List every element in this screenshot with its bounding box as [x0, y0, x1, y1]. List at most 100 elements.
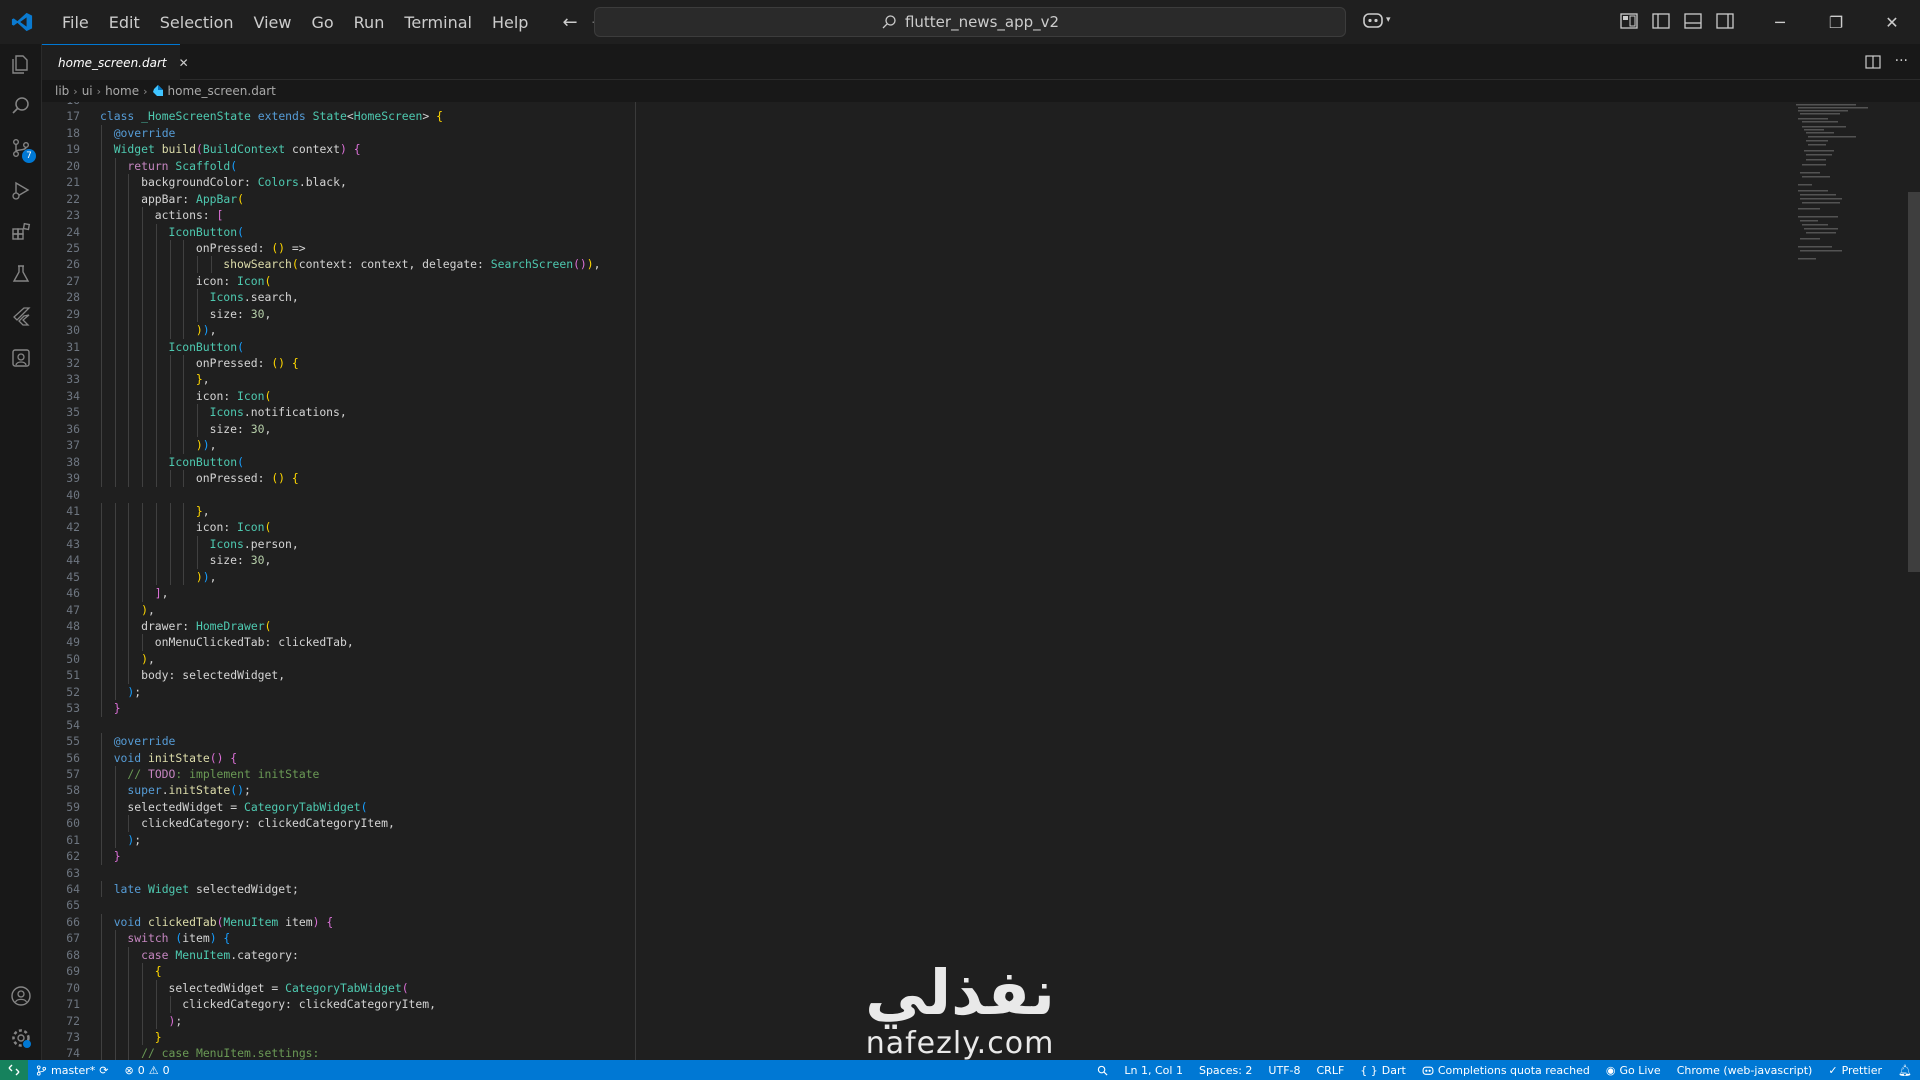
code-line[interactable]: 29 size: 30, [42, 305, 1872, 323]
code-line[interactable]: 42 icon: Icon( [42, 519, 1872, 536]
close-tab-icon[interactable]: ✕ [179, 56, 189, 70]
code-line[interactable]: 28 Icons.search, [42, 289, 1872, 306]
code-line[interactable]: 52); [42, 683, 1872, 701]
run-debug-icon[interactable] [9, 178, 33, 202]
code-line[interactable]: 23 actions: [ [42, 207, 1872, 224]
code-line[interactable]: 24 IconButton( [42, 223, 1872, 240]
menu-go[interactable]: Go [301, 9, 343, 36]
code-line[interactable]: 41}, [42, 502, 1872, 520]
branch-indicator[interactable]: master* ⟳ [28, 1064, 117, 1077]
code-line[interactable]: 38 IconButton( [42, 453, 1872, 471]
code-line[interactable]: 27 icon: Icon( [42, 272, 1872, 290]
code-line[interactable]: 49 onMenuClickedTab: clickedTab, [42, 634, 1872, 651]
code-line[interactable]: 39 onPressed: () { [42, 470, 1872, 487]
code-line[interactable]: 61); [42, 831, 1872, 849]
code-line[interactable]: 53} [42, 700, 1872, 717]
code-line[interactable]: 56 void initState() { [42, 749, 1872, 766]
restore-button[interactable]: ❐ [1808, 0, 1864, 44]
code-line[interactable]: 57 // TODO: implement initState [42, 765, 1872, 783]
code-line[interactable]: 48 drawer: HomeDrawer( [42, 618, 1872, 635]
code-line[interactable]: 26 showSearch(context: context, delegate:… [42, 256, 1872, 273]
breadcrumb-home[interactable]: home [105, 84, 139, 98]
code-line[interactable]: 36 size: 30, [42, 420, 1872, 438]
code-line[interactable]: 51 body: selectedWidget, [42, 667, 1872, 684]
code-line[interactable]: 55 @override [42, 733, 1872, 750]
sync-icon[interactable]: ⟳ [99, 1064, 108, 1077]
code-line[interactable]: 22 appBar: AppBar( [42, 190, 1872, 208]
code-line[interactable]: 20 return Scaffold( [42, 157, 1872, 175]
code-line[interactable]: 44 size: 30, [42, 552, 1872, 569]
command-center-search[interactable]: flutter_news_app_v2 [594, 7, 1346, 37]
testing-flask-icon[interactable] [9, 262, 33, 286]
code-line[interactable]: 30)), [42, 322, 1872, 339]
file-encoding[interactable]: UTF-8 [1260, 1064, 1308, 1077]
accounts-icon[interactable] [9, 984, 33, 1008]
customize-layout-icon[interactable] [1620, 12, 1638, 30]
toggle-secondary-sidebar-icon[interactable] [1716, 12, 1734, 30]
end-of-line[interactable]: CRLF [1309, 1064, 1353, 1077]
code-line[interactable]: 33}, [42, 371, 1872, 388]
code-line[interactable]: 19 Widget build(BuildContext context) { [42, 141, 1872, 158]
code-line[interactable]: 32 onPressed: () { [42, 355, 1872, 372]
toggle-primary-sidebar-icon[interactable] [1652, 12, 1670, 30]
flutter-icon[interactable] [9, 304, 33, 328]
code-line[interactable]: 60 clickedCategory: clickedCategoryItem, [42, 815, 1872, 832]
go-live-button[interactable]: ◉ Go Live [1598, 1064, 1669, 1077]
debug-target[interactable]: Chrome (web-javascript) [1669, 1064, 1821, 1077]
code-line[interactable]: 64 late Widget selectedWidget; [42, 881, 1872, 898]
tab-home-screen-dart[interactable]: home_screen.dart ✕ [42, 44, 189, 80]
code-line[interactable]: 18 @override [42, 124, 1872, 142]
code-line[interactable]: 40 [42, 487, 1872, 503]
code-line[interactable]: 34 icon: Icon( [42, 387, 1872, 405]
code-line[interactable]: 46], [42, 585, 1872, 602]
source-control-icon[interactable]: 7 [9, 136, 36, 163]
remote-indicator-icon[interactable] [0, 1060, 28, 1080]
code-editor[interactable]: 1617class _HomeScreenState extends State… [42, 102, 1920, 1060]
prettier-status[interactable]: ✓ Prettier [1820, 1064, 1890, 1077]
menu-run[interactable]: Run [344, 9, 395, 36]
code-line[interactable]: 37)), [42, 437, 1872, 454]
code-line[interactable]: 35 Icons.notifications, [42, 404, 1872, 421]
breadcrumb-file[interactable]: home_screen.dart [168, 84, 276, 98]
code-line[interactable]: 47), [42, 601, 1872, 618]
menu-selection[interactable]: Selection [150, 9, 244, 36]
code-line[interactable]: 17 class _HomeScreenState extends State<H… [42, 108, 1872, 124]
back-arrow-icon[interactable]: ← [562, 12, 577, 33]
minimize-button[interactable]: ─ [1752, 0, 1808, 44]
search-icon[interactable] [9, 94, 33, 118]
code-line[interactable]: 66 void clickedTab(MenuItem item) { [42, 913, 1872, 931]
settings-gear-icon[interactable] [9, 1026, 33, 1050]
menu-file[interactable]: File [52, 9, 99, 36]
code-line[interactable]: 62} [42, 848, 1872, 865]
menu-help[interactable]: Help [482, 9, 538, 36]
toggle-panel-icon[interactable] [1684, 12, 1702, 30]
vertical-scrollbar[interactable] [1908, 192, 1920, 572]
code-line[interactable]: 50), [42, 650, 1872, 668]
code-line[interactable]: 67 switch (item) { [42, 930, 1872, 947]
code-line[interactable]: 31 IconButton( [42, 338, 1872, 355]
indentation[interactable]: Spaces: 2 [1191, 1064, 1260, 1077]
code-line[interactable]: 54 [42, 717, 1872, 733]
cursor-position[interactable]: Ln 1, Col 1 [1116, 1064, 1191, 1077]
extensions-icon[interactable] [9, 220, 33, 244]
more-actions-icon[interactable]: ··· [1895, 54, 1908, 70]
zoom-icon[interactable] [1089, 1065, 1116, 1076]
code-line[interactable]: 43 Icons.person, [42, 535, 1872, 553]
code-line[interactable]: 21 backgroundColor: Colors.black, [42, 174, 1872, 191]
split-editor-icon[interactable] [1865, 54, 1881, 70]
code-line[interactable]: 63 [42, 865, 1872, 881]
code-line[interactable]: 65 [42, 897, 1872, 913]
code-line[interactable]: 58 super.initState(); [42, 782, 1872, 799]
remote-explorer-icon[interactable] [9, 346, 33, 370]
breadcrumb-ui[interactable]: ui [82, 84, 93, 98]
notifications-bell-icon[interactable]: 🔔︎ [1890, 1064, 1920, 1077]
menu-edit[interactable]: Edit [99, 9, 150, 36]
breadcrumb-lib[interactable]: lib [55, 84, 69, 98]
close-window-button[interactable]: ✕ [1864, 0, 1920, 44]
code-line[interactable]: 45)), [42, 568, 1872, 586]
language-mode[interactable]: { } Dart [1352, 1064, 1414, 1077]
code-line[interactable]: 25 onPressed: () => [42, 239, 1872, 257]
copilot-status[interactable]: Completions quota reached [1414, 1064, 1598, 1077]
code-line[interactable]: 59 selectedWidget = CategoryTabWidget( [42, 798, 1872, 816]
problems-indicator[interactable]: ⊗ 0 ⚠ 0 [117, 1064, 178, 1077]
